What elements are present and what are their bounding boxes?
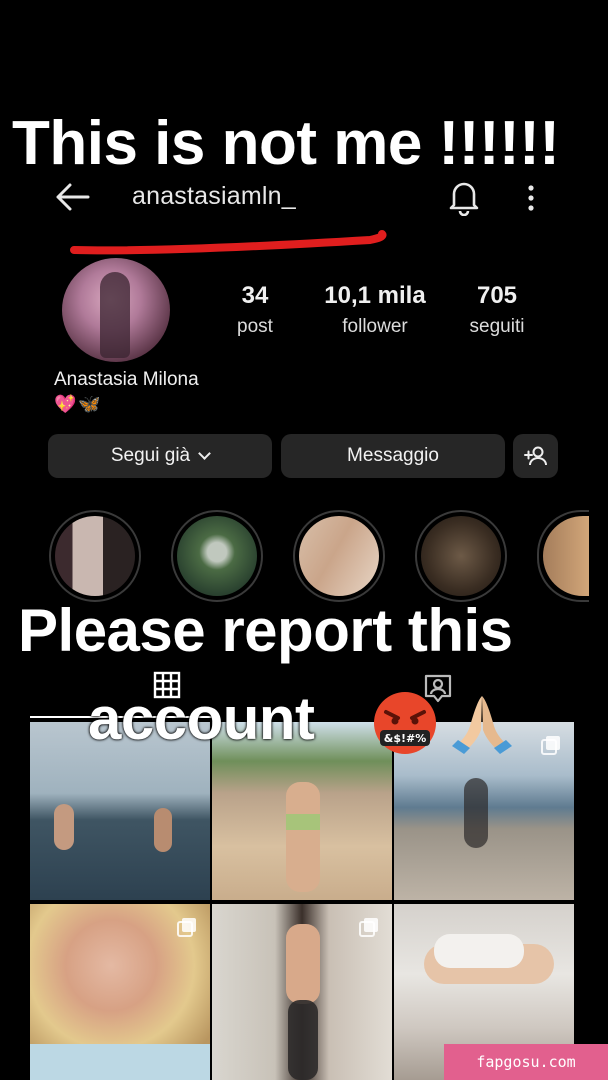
stat-posts-label: post	[237, 316, 273, 337]
stat-following-label: seguiti	[469, 316, 525, 337]
stat-posts-count: 34	[241, 282, 269, 309]
stat-posts[interactable]: 34 post	[210, 282, 300, 338]
stat-followers-count: 10,1 mila	[324, 282, 426, 309]
back-arrow-icon[interactable]	[52, 180, 92, 214]
overlay-caption-middle: Please report this	[18, 597, 513, 664]
suggest-people-button[interactable]	[513, 434, 558, 478]
more-vertical-icon[interactable]	[520, 180, 542, 216]
profile-bio: 💖🦋	[54, 394, 103, 414]
message-button[interactable]: Messaggio	[281, 434, 505, 478]
censored-symbols-text: &$!#%	[384, 732, 427, 745]
multiple-posts-icon	[541, 736, 560, 755]
following-button[interactable]: Segui già	[48, 434, 272, 478]
stat-following[interactable]: 705 seguiti	[452, 282, 542, 338]
story-highlight[interactable]	[415, 510, 507, 602]
stat-following-count: 705	[476, 282, 518, 309]
angry-cursing-face-icon: &$!#%	[374, 692, 436, 754]
story-highlight[interactable]	[49, 510, 141, 602]
chevron-down-icon	[198, 447, 211, 460]
following-button-label: Segui già	[110, 445, 191, 466]
add-person-icon	[523, 446, 547, 466]
story-highlight[interactable]	[171, 510, 263, 602]
stat-followers[interactable]: 10,1 mila follower	[310, 282, 440, 338]
bell-icon[interactable]	[446, 178, 482, 216]
folded-hands-icon	[452, 696, 512, 754]
post-thumbnail[interactable]	[212, 904, 392, 1080]
stat-followers-label: follower	[342, 316, 408, 337]
red-underline-annotation	[70, 230, 387, 255]
message-button-label: Messaggio	[347, 445, 439, 466]
story-highlight[interactable]	[293, 510, 385, 602]
overlay-caption-bottom: account	[88, 685, 315, 752]
multiple-posts-icon	[177, 918, 196, 937]
post-thumbnail[interactable]	[30, 904, 210, 1080]
watermark: fapgosu.com	[444, 1044, 608, 1080]
multiple-posts-icon	[359, 918, 378, 937]
story-highlight[interactable]	[537, 510, 589, 602]
overlay-caption-top: This is not me !!!!!!	[12, 109, 560, 178]
avatar[interactable]	[62, 258, 170, 362]
profile-username: anastasiamln_	[132, 182, 296, 210]
profile-full-name: Anastasia Milona	[54, 369, 199, 390]
